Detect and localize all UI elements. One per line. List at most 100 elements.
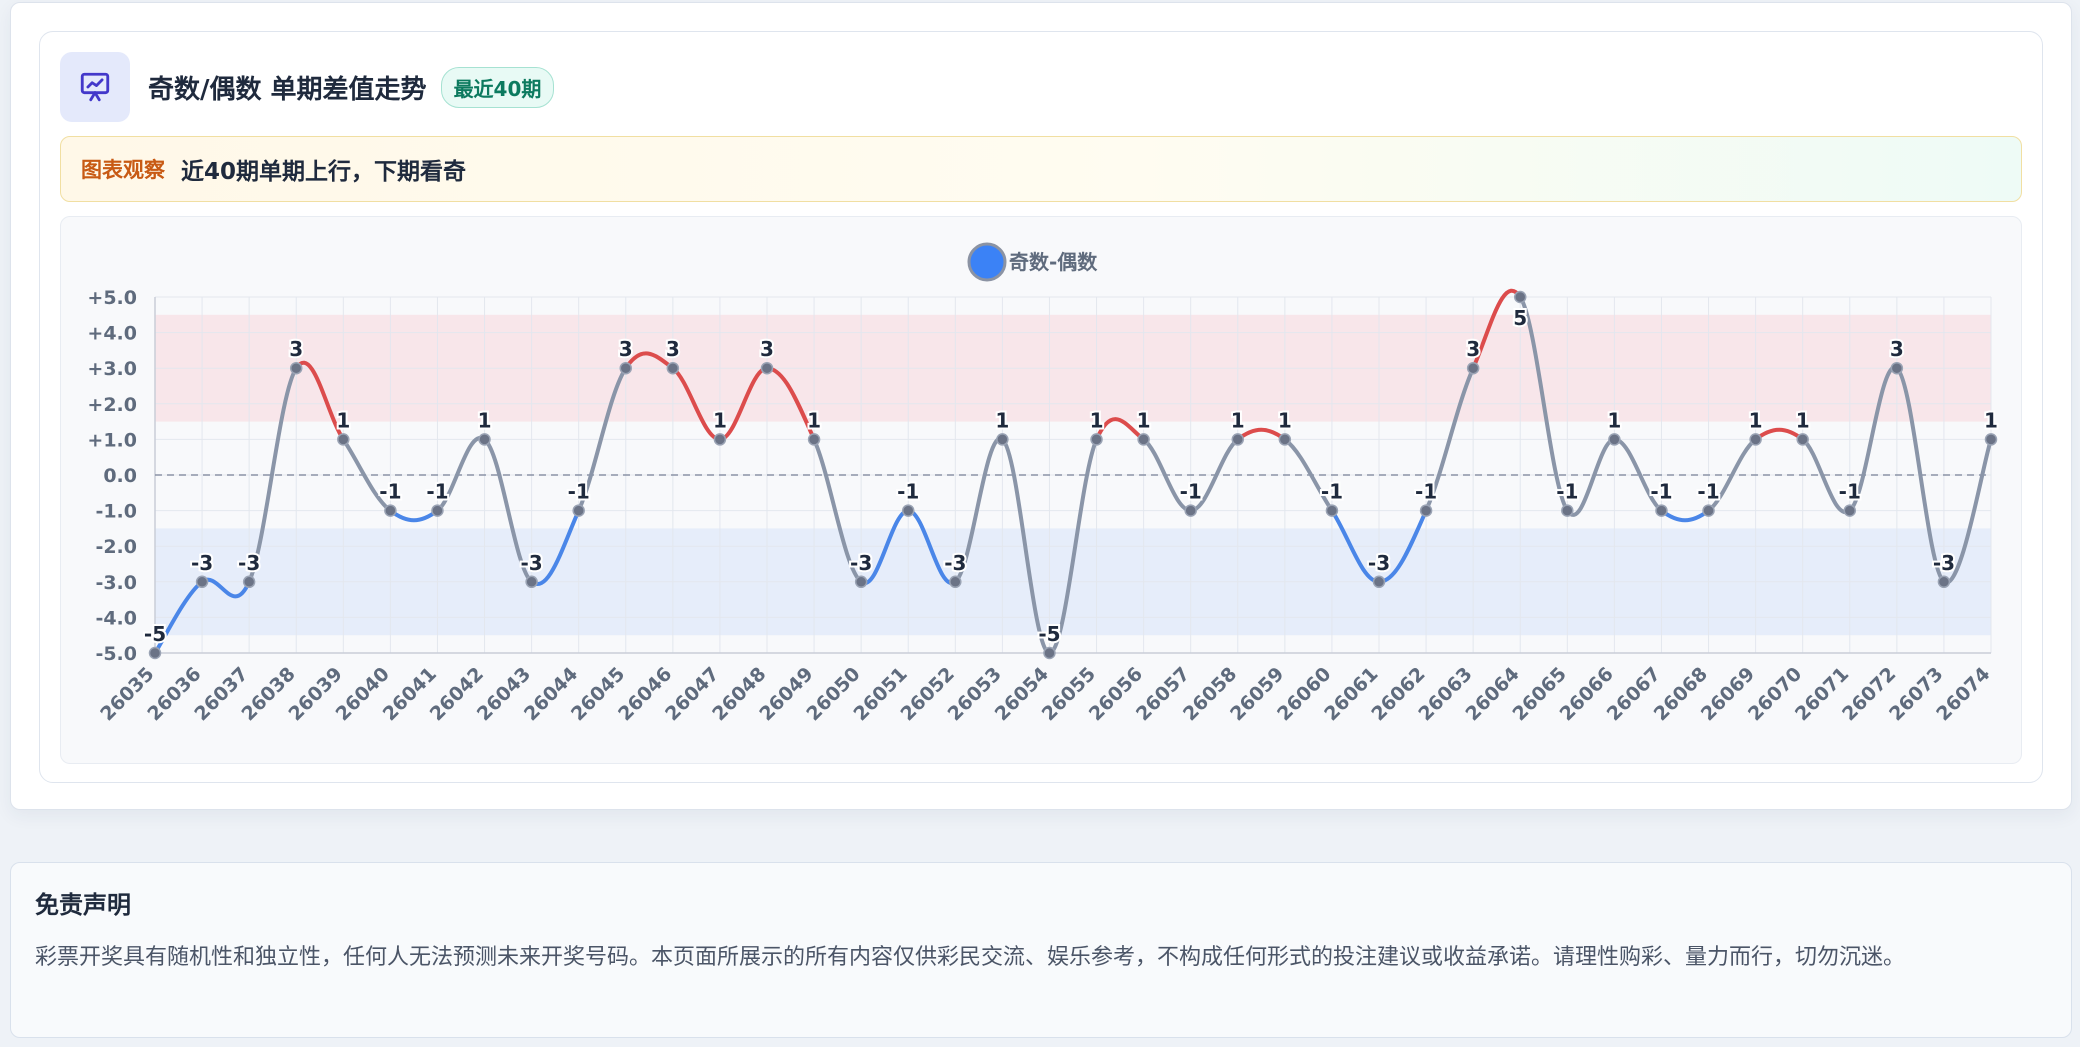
y-tick-label: -4.0 — [95, 607, 137, 629]
data-point — [1184, 504, 1197, 517]
data-point — [572, 504, 585, 517]
data-point — [854, 575, 868, 589]
data-point — [949, 575, 962, 589]
data-point — [901, 504, 915, 517]
data-label: -1 — [1321, 480, 1343, 504]
data-point — [713, 433, 727, 446]
disclaimer-title: 免责声明 — [35, 891, 131, 919]
data-label: -1 — [1556, 480, 1578, 504]
data-label: -3 — [1368, 551, 1390, 575]
data-point — [619, 361, 633, 375]
data-label: -1 — [379, 480, 401, 504]
data-point — [1608, 433, 1621, 446]
data-point — [1937, 575, 1951, 589]
data-label: 3 — [666, 337, 680, 361]
data-point — [1796, 433, 1809, 446]
y-tick-label: -5.0 — [95, 643, 137, 665]
data-point — [148, 646, 162, 660]
data-label: -1 — [1415, 480, 1437, 504]
data-point — [337, 433, 350, 446]
data-point — [384, 504, 397, 517]
data-label: 1 — [1090, 408, 1104, 432]
data-point — [1561, 504, 1574, 517]
data-label: 1 — [1984, 408, 1998, 432]
y-tick-label: +5.0 — [87, 287, 137, 309]
data-label: 3 — [760, 337, 774, 361]
data-label: 1 — [1796, 408, 1810, 432]
data-point — [1372, 575, 1386, 589]
trend-panel: 奇数/偶数 单期差值走势 最近40期 图表观察 近40期单期上行，下期看奇 +5… — [10, 2, 2072, 810]
data-point — [1466, 361, 1480, 375]
data-label: -3 — [944, 551, 966, 575]
data-label: 1 — [807, 408, 821, 432]
data-point — [1419, 504, 1433, 517]
data-label: 3 — [619, 337, 633, 361]
data-point — [1090, 433, 1103, 446]
y-tick-label: +3.0 — [87, 358, 137, 380]
data-point — [1043, 646, 1056, 660]
data-label: -1 — [897, 480, 919, 504]
data-label: 1 — [336, 408, 350, 432]
data-label: -3 — [1933, 551, 1955, 575]
observation-text: 近40期单期上行，下期看奇 — [181, 159, 467, 185]
data-point — [525, 575, 538, 589]
data-point — [1655, 504, 1668, 517]
data-point — [1749, 433, 1762, 446]
data-point — [289, 361, 303, 375]
data-point — [1231, 433, 1245, 446]
data-point — [1984, 433, 1998, 446]
data-label: 3 — [289, 337, 303, 361]
data-label: -1 — [568, 480, 590, 504]
data-point — [666, 361, 680, 375]
data-label: -1 — [426, 480, 448, 504]
data-point — [760, 361, 774, 375]
period-badge: 最近40期 — [440, 66, 555, 108]
y-tick-label: -1.0 — [95, 501, 137, 523]
disclaimer: 免责声明 彩票开奖具有随机性和独立性，任何人无法预测未来开奖号码。本页面所展示的… — [10, 862, 2072, 1038]
data-point — [431, 504, 444, 517]
data-label: 3 — [1890, 337, 1904, 361]
data-point — [242, 575, 256, 589]
legend-label: 奇数-偶数 — [1009, 250, 1098, 274]
y-tick-label: -2.0 — [95, 536, 137, 558]
y-tick-label: +4.0 — [87, 323, 137, 345]
data-label: -5 — [144, 622, 166, 646]
data-label: -5 — [1038, 622, 1060, 646]
legend-swatch — [967, 242, 1007, 282]
y-tick-label: 0.0 — [103, 465, 137, 487]
data-label: -1 — [1180, 480, 1202, 504]
chart-area: +5.0 +4.0 +3.0 +2.0 +1.0 0.0 -1.0 -2.0 -3.0 -4.0-… — [60, 216, 2022, 764]
data-point — [1325, 504, 1339, 517]
data-point — [1513, 290, 1527, 304]
y-tick-label: +2.0 — [87, 394, 137, 416]
data-label: -1 — [1650, 480, 1672, 504]
series-segment — [1659, 508, 1711, 523]
x-tick-label: 26074 — [1932, 663, 1994, 725]
data-label: 1 — [1137, 408, 1151, 432]
data-label: 1 — [1278, 408, 1292, 432]
data-label: -1 — [1839, 480, 1861, 504]
data-label: 5 — [1513, 306, 1527, 330]
data-label: 1 — [1607, 408, 1621, 432]
diff-trend-chart: +5.0+4.0+3.0+2.0+1.00.0-1.0-2.0-3.0-4.0-… — [87, 242, 2000, 725]
data-point — [1278, 433, 1292, 446]
data-label: -3 — [521, 551, 543, 575]
data-label: 3 — [1466, 337, 1480, 361]
data-label: 1 — [713, 408, 727, 432]
data-label: -3 — [238, 551, 260, 575]
trend-card: 奇数/偶数 单期差值走势 最近40期 图表观察 近40期单期上行，下期看奇 +5… — [39, 31, 2043, 783]
data-point — [1137, 433, 1150, 446]
chart-title: 奇数/偶数 单期差值走势 — [148, 74, 427, 105]
data-label: -3 — [850, 551, 872, 575]
y-tick-label: +1.0 — [87, 429, 137, 451]
data-label: 1 — [1231, 408, 1245, 432]
data-label: -3 — [191, 551, 213, 575]
data-point — [807, 433, 821, 446]
data-point — [1843, 504, 1857, 517]
data-point — [478, 433, 491, 446]
data-point — [1702, 504, 1715, 517]
data-point — [195, 575, 209, 589]
data-label: 1 — [1749, 408, 1763, 432]
series-segment — [388, 508, 440, 523]
disclaimer-text: 彩票开奖具有随机性和独立性，任何人无法预测未来开奖号码。本页面所展示的所有内容仅… — [35, 945, 1906, 970]
